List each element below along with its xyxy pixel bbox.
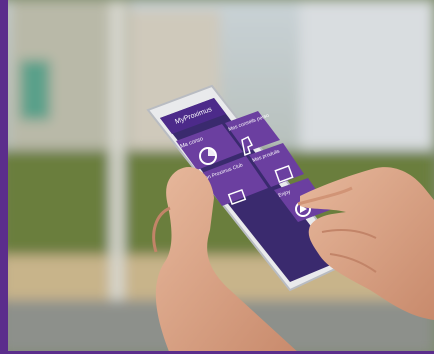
brand-side-bar: [0, 0, 8, 354]
photo-scene: MyProximus Ma conso Mes conseils perso M…: [0, 0, 434, 354]
photo-illustration: MyProximus Ma conso Mes conseils perso M…: [0, 0, 434, 354]
